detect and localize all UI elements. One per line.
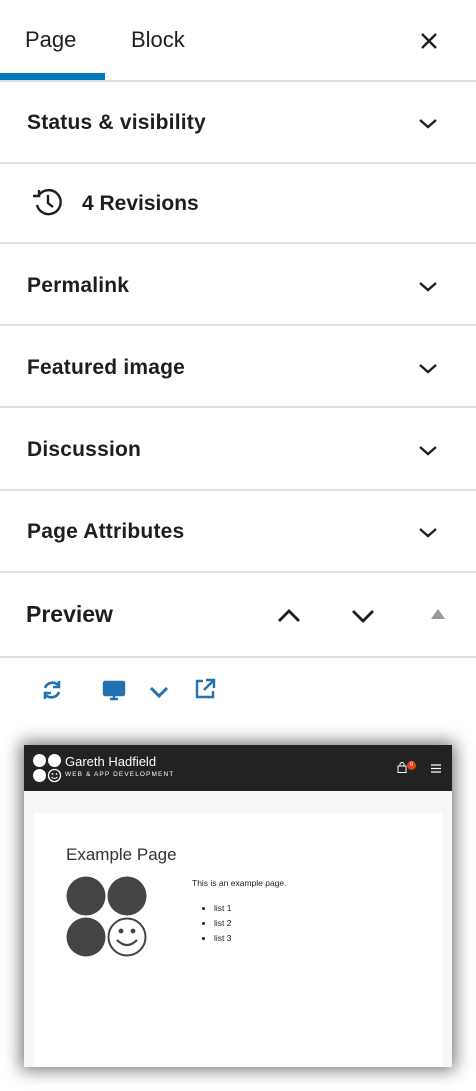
panel-title: Featured image [27, 356, 186, 379]
panel-title: Discussion [27, 438, 142, 461]
preview-paragraph: This is an example page. [192, 878, 287, 888]
preview-list: list 1 list 2 list 3 [214, 903, 231, 948]
chevron-down-icon [419, 364, 437, 374]
panel-title: Permalink [27, 274, 130, 297]
cart-icon [397, 762, 407, 773]
refresh-icon[interactable] [40, 678, 64, 702]
chevron-down-icon [419, 119, 437, 129]
move-down-icon[interactable] [349, 606, 377, 626]
panel-featured-image[interactable]: Featured image [0, 326, 476, 408]
preview-content: Example Page This is an example page. li… [34, 813, 442, 1067]
tab-block[interactable]: Block [131, 27, 185, 53]
revisions-link[interactable]: 4 Revisions [82, 192, 199, 216]
tab-page[interactable]: Page [25, 27, 76, 53]
preview-title: Preview [26, 601, 113, 627]
collapse-triangle-icon[interactable] [430, 608, 446, 620]
menu-icon [431, 764, 441, 773]
external-link-icon[interactable] [193, 677, 217, 701]
list-item: list 2 [214, 918, 231, 928]
panel-page-attributes[interactable]: Page Attributes [0, 491, 476, 573]
close-icon[interactable] [414, 26, 444, 56]
preview-page-title: Example Page [66, 845, 177, 864]
history-icon [33, 188, 62, 216]
chevron-down-icon [419, 446, 437, 456]
site-header: Gareth Hadfield WEB & APP DEVELOPMENT 0 [24, 745, 452, 791]
panel-permalink[interactable]: Permalink [0, 244, 476, 326]
site-name: Gareth Hadfield [65, 754, 157, 769]
chevron-down-icon [419, 528, 437, 538]
site-tagline: WEB & APP DEVELOPMENT [65, 771, 175, 778]
panel-title: Status & visibility [27, 111, 206, 134]
panel-title: Page Attributes [27, 520, 185, 543]
chevron-down-icon [419, 282, 437, 292]
panel-discussion[interactable]: Discussion [0, 408, 476, 491]
panel-status-visibility[interactable]: Status & visibility [0, 82, 476, 164]
site-logo-icon [33, 754, 62, 783]
desktop-icon[interactable] [102, 678, 126, 702]
list-item: list 3 [214, 933, 231, 943]
preview-frame[interactable]: Gareth Hadfield WEB & APP DEVELOPMENT 0 … [24, 745, 452, 1067]
chevron-down-icon[interactable] [147, 680, 171, 704]
sidebar-tabs: Page Block [0, 0, 476, 82]
content-logo-image [66, 876, 147, 957]
cart-count-badge: 0 [407, 761, 416, 770]
panel-revisions[interactable] [0, 164, 476, 244]
move-up-icon[interactable] [275, 606, 303, 626]
list-item: list 1 [214, 903, 231, 913]
active-tab-indicator [0, 73, 105, 80]
